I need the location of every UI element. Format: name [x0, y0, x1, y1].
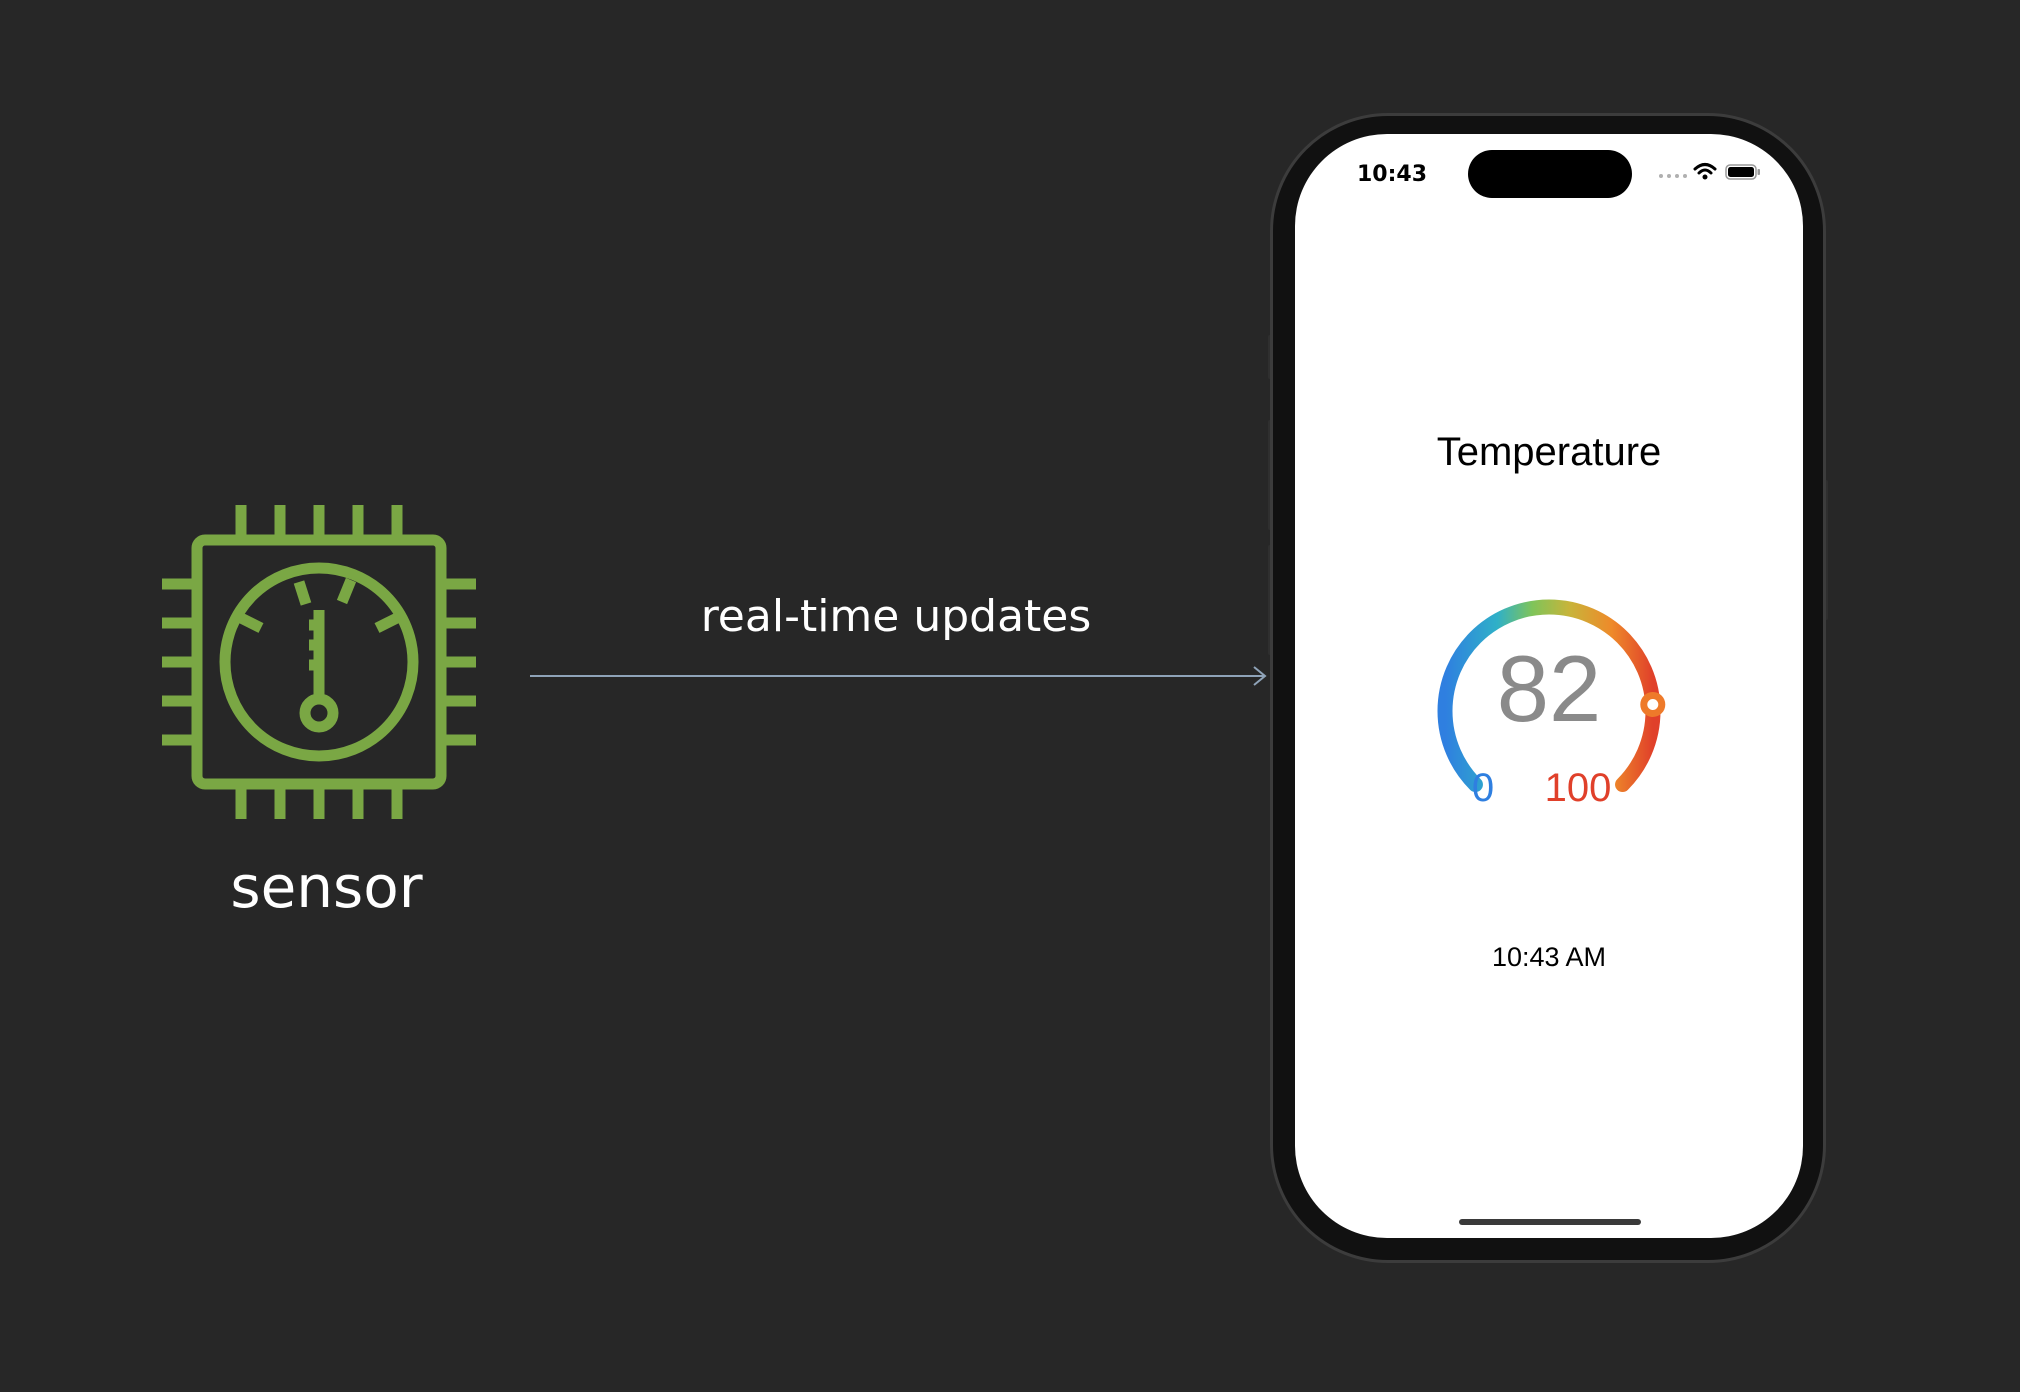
signal-dots-icon	[1659, 174, 1687, 178]
diagram-canvas: sensor real-time updates 10:43 Temperatu…	[0, 0, 2020, 1392]
update-timestamp: 10:43 AM	[1491, 942, 1607, 972]
flow-arrow	[530, 666, 1267, 686]
temperature-gauge: 82 0 100	[1437, 599, 1666, 810]
app-title: Temperature	[1436, 430, 1662, 474]
gauge-max-label: 100	[1545, 766, 1612, 810]
arrow-label: real-time updates	[700, 591, 1092, 642]
home-indicator[interactable]	[1459, 1219, 1641, 1225]
phone-screen: 10:43 Temperature 82 0 100 10:43 AM	[1295, 134, 1803, 1238]
dynamic-island	[1468, 150, 1632, 198]
wifi-icon	[1693, 163, 1717, 180]
status-bar-time: 10:43	[1356, 162, 1428, 187]
gauge-value: 82	[1497, 636, 1602, 741]
sensor-label: sensor	[230, 853, 423, 921]
battery-icon	[1725, 164, 1760, 180]
gauge-min-label: 0	[1472, 766, 1494, 810]
sensor-chip-icon	[162, 505, 476, 819]
gauge-indicator	[1640, 691, 1666, 717]
